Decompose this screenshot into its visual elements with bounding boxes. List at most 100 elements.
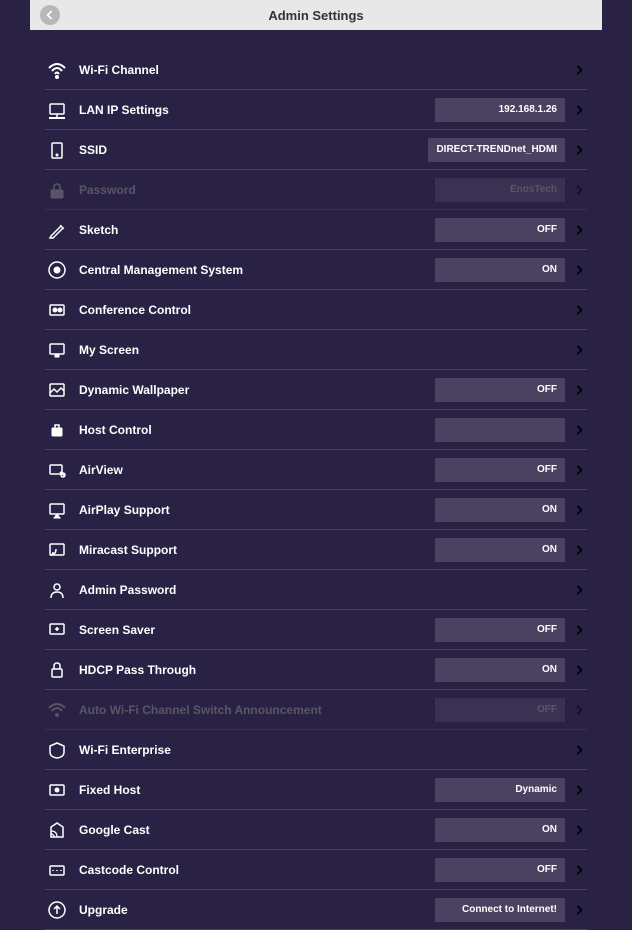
- wifi-icon: [45, 58, 69, 82]
- setting-value-box: OFF: [435, 458, 565, 482]
- setting-row-fixedhost[interactable]: Fixed HostDynamic: [45, 770, 587, 810]
- setting-label: Wi-Fi Enterprise: [79, 743, 573, 757]
- chevron-right-icon: [573, 383, 587, 397]
- page-title: Admin Settings: [268, 8, 363, 23]
- setting-value: EnosTech: [510, 184, 557, 195]
- chevron-right-icon: [573, 783, 587, 797]
- setting-label: LAN IP Settings: [79, 103, 435, 117]
- chevron-right-icon: [573, 143, 587, 157]
- setting-row-castcode[interactable]: Castcode Control OFF: [45, 850, 587, 890]
- setting-row-hdcp[interactable]: HDCP Pass ThroughON: [45, 650, 587, 690]
- setting-row-myscreen[interactable]: My Screen: [45, 330, 587, 370]
- enterprise-icon: [45, 738, 69, 762]
- chevron-right-icon: [573, 703, 587, 717]
- setting-label: SSID: [79, 143, 428, 157]
- setting-value: OFF: [537, 464, 557, 475]
- setting-row-conference[interactable]: Conference Control: [45, 290, 587, 330]
- setting-value-box: ON: [435, 538, 565, 562]
- chevron-right-icon: [573, 823, 587, 837]
- chevron-right-icon: [573, 183, 587, 197]
- chevron-right-icon: [573, 743, 587, 757]
- setting-value-box: 192.168.1.26: [435, 98, 565, 122]
- setting-label: Wi-Fi Channel: [79, 63, 573, 77]
- chevron-right-icon: [573, 623, 587, 637]
- lan-icon: [45, 98, 69, 122]
- setting-label: AirView: [79, 463, 435, 477]
- setting-row-cms[interactable]: Central Management SystemON: [45, 250, 587, 290]
- setting-row-lan[interactable]: LAN IP Settings 192.168.1.26: [45, 90, 587, 130]
- setting-row-miracast[interactable]: Miracast Support ON: [45, 530, 587, 570]
- setting-value: OFF: [537, 624, 557, 635]
- settings-list: Wi-Fi Channel LAN IP Settings 192.168.1.26…: [45, 50, 587, 930]
- setting-value: OFF: [537, 224, 557, 235]
- setting-value: OFF: [537, 384, 557, 395]
- chevron-right-icon: [573, 263, 587, 277]
- setting-label: HDCP Pass Through: [79, 663, 435, 677]
- setting-value-box: Dynamic: [435, 778, 565, 802]
- chevron-right-icon: [573, 103, 587, 117]
- setting-value-box: OFF: [435, 618, 565, 642]
- host-icon: [45, 418, 69, 442]
- setting-row-screensaver[interactable]: Screen Saver OFF: [45, 610, 587, 650]
- setting-row-admin[interactable]: Admin Password: [45, 570, 587, 610]
- setting-value: OFF: [537, 864, 557, 875]
- setting-value-box: ON: [435, 498, 565, 522]
- chevron-right-icon: [573, 223, 587, 237]
- setting-value: ON: [542, 544, 557, 555]
- screensaver-icon: [45, 618, 69, 642]
- setting-row-wallpaper[interactable]: Dynamic WallpaperOFF: [45, 370, 587, 410]
- setting-value-box: OFF: [435, 698, 565, 722]
- setting-label: Auto Wi-Fi Channel Switch Announcement: [79, 703, 435, 717]
- wallpaper-icon: [45, 378, 69, 402]
- hdcp-icon: [45, 658, 69, 682]
- upgrade-icon: [45, 898, 69, 922]
- back-icon: [42, 7, 58, 23]
- admin-icon: [45, 578, 69, 602]
- setting-label: AirPlay Support: [79, 503, 435, 517]
- setting-row-upgrade[interactable]: UpgradeConnect to Internet!: [45, 890, 587, 930]
- miracast-icon: [45, 538, 69, 562]
- chevron-right-icon: [573, 863, 587, 877]
- setting-value-box: OFF: [435, 378, 565, 402]
- chevron-right-icon: [573, 903, 587, 917]
- chevron-right-icon: [573, 663, 587, 677]
- setting-row-airplay[interactable]: AirPlay Support ON: [45, 490, 587, 530]
- setting-value: ON: [542, 504, 557, 515]
- setting-row-airview[interactable]: AirView OFF: [45, 450, 587, 490]
- setting-value-box: [435, 418, 565, 442]
- setting-value: DIRECT-TRENDnet_HDMI: [436, 144, 557, 155]
- setting-value-box: OFF: [435, 858, 565, 882]
- setting-label: My Screen: [79, 343, 573, 357]
- setting-value-box: ON: [435, 258, 565, 282]
- setting-row-enterprise[interactable]: Wi-Fi Enterprise: [45, 730, 587, 770]
- cms-icon: [45, 258, 69, 282]
- setting-value: OFF: [537, 704, 557, 715]
- setting-row-wifi[interactable]: Wi-Fi Channel: [45, 50, 587, 90]
- airplay-icon: [45, 498, 69, 522]
- setting-value: ON: [542, 824, 557, 835]
- setting-value-box: EnosTech: [435, 178, 565, 202]
- setting-value: Connect to Internet!: [462, 904, 557, 915]
- setting-label: Sketch: [79, 223, 435, 237]
- setting-value-box: ON: [435, 658, 565, 682]
- setting-label: Screen Saver: [79, 623, 435, 637]
- airview-icon: [45, 458, 69, 482]
- setting-row-host[interactable]: Host Control: [45, 410, 587, 450]
- setting-value-box: ON: [435, 818, 565, 842]
- setting-label: Castcode Control: [79, 863, 435, 877]
- back-button[interactable]: [40, 5, 60, 25]
- setting-row-ssid[interactable]: SSID DIRECT-TRENDnet_HDMI: [45, 130, 587, 170]
- googlecast-icon: [45, 818, 69, 842]
- autowifi-icon: [45, 698, 69, 722]
- setting-row-sketch[interactable]: Sketch OFF: [45, 210, 587, 250]
- sketch-icon: [45, 218, 69, 242]
- setting-row-googlecast[interactable]: Google CastON: [45, 810, 587, 850]
- setting-label: Host Control: [79, 423, 435, 437]
- setting-value-box: Connect to Internet!: [435, 898, 565, 922]
- setting-value: ON: [542, 264, 557, 275]
- setting-value: 192.168.1.26: [499, 104, 557, 115]
- fixedhost-icon: [45, 778, 69, 802]
- chevron-right-icon: [573, 343, 587, 357]
- header-bar: Admin Settings: [30, 0, 602, 30]
- setting-label: Miracast Support: [79, 543, 435, 557]
